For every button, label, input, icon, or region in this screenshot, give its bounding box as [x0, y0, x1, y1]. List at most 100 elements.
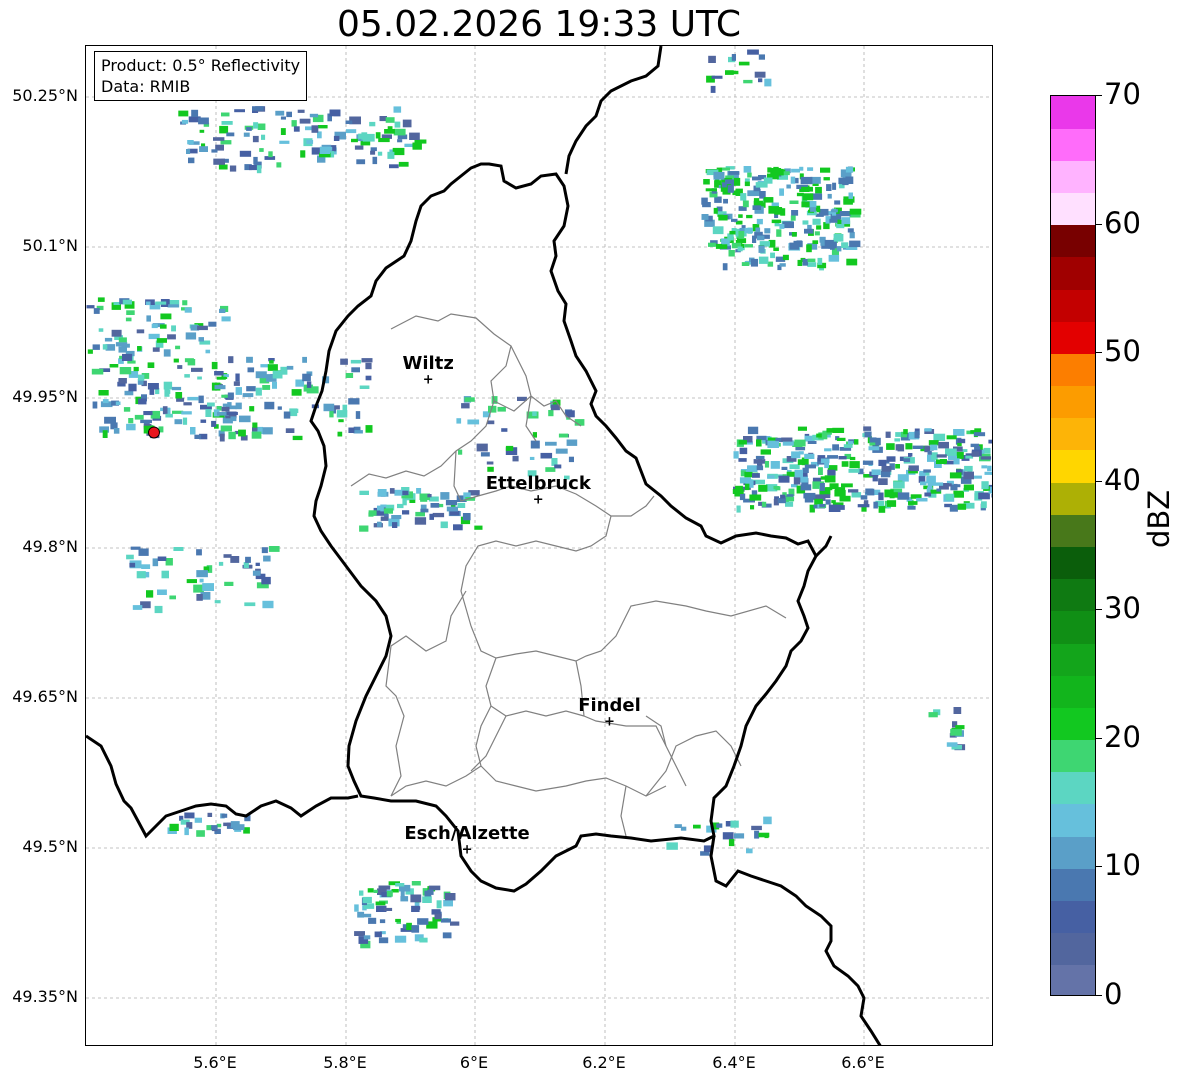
echo-pixel — [196, 830, 205, 837]
echo-pixel — [807, 262, 817, 267]
echo-pixel — [235, 373, 240, 382]
colorbar-segment — [1051, 224, 1095, 258]
echo-pixel — [848, 441, 854, 445]
echo-pixel — [897, 474, 909, 482]
colorbar-segment — [1051, 449, 1095, 483]
echo-pixel — [306, 140, 314, 144]
echo-pixel — [443, 899, 453, 907]
echo-pixel — [228, 431, 236, 440]
echo-pixel — [816, 225, 822, 230]
echo-pixel — [789, 200, 799, 204]
echo-pixel — [812, 240, 819, 244]
echo-pixel — [834, 200, 841, 205]
echo-pixel — [936, 488, 941, 492]
echo-pixel — [758, 484, 768, 492]
echo-pixel — [136, 571, 146, 579]
echo-pixel — [950, 728, 962, 736]
echo-pixel — [981, 481, 989, 490]
echo-pixel — [880, 471, 891, 478]
echo-pixel — [397, 503, 404, 509]
echo-pixel — [722, 832, 734, 840]
echo-pixel — [693, 824, 701, 829]
echo-pixel — [806, 244, 812, 253]
echo-pixel — [791, 232, 797, 237]
echo-pixel — [987, 465, 992, 472]
colorbar-segment — [1051, 160, 1095, 194]
echo-pixel — [228, 356, 234, 364]
colorbar-tick-label: 0 — [1104, 977, 1123, 1011]
echo-pixel — [450, 921, 460, 926]
echo-pixel — [109, 364, 119, 368]
echo-pixel — [756, 218, 763, 225]
echo-pixel — [200, 419, 207, 423]
echo-pixel — [737, 238, 747, 244]
echo-pixel — [367, 888, 374, 893]
echo-pixel — [291, 389, 302, 396]
echo-pixel — [410, 894, 422, 903]
echo-pixel — [292, 435, 303, 441]
echo-pixel — [924, 492, 932, 497]
echo-pixel — [725, 70, 734, 75]
city-label: Wiltz — [402, 353, 454, 375]
echo-pixel — [175, 392, 183, 399]
echo-pixel — [793, 476, 801, 485]
echo-pixel — [540, 452, 553, 459]
colorbar-tick-mark — [1096, 609, 1102, 611]
echo-pixel — [770, 461, 780, 469]
city-label: Findel — [578, 694, 641, 716]
echo-pixel — [285, 428, 295, 433]
echo-pixel — [126, 310, 135, 315]
colorbar-tick-label: 20 — [1104, 719, 1141, 754]
radar-site-marker[interactable] — [147, 426, 160, 439]
echo-pixel — [800, 484, 812, 491]
echo-pixel — [764, 228, 771, 234]
echo-pixel — [848, 489, 859, 493]
echo-pixel — [843, 444, 853, 448]
echo-pixel — [242, 393, 254, 398]
echo-pixel — [279, 140, 290, 144]
echo-pixel — [744, 227, 753, 234]
echo-pixel — [777, 497, 786, 504]
echo-pixel — [487, 466, 494, 472]
echo-pixel — [411, 925, 420, 933]
echo-pixel — [184, 827, 189, 836]
echo-pixel — [136, 329, 145, 334]
echo-pixel — [945, 493, 954, 501]
echo-pixel — [440, 521, 448, 529]
colorbar-tick-mark — [1096, 737, 1102, 739]
echo-pixel — [221, 406, 230, 412]
echo-pixel — [259, 148, 264, 152]
echo-pixel — [545, 441, 557, 446]
echo-pixel — [434, 913, 442, 920]
echo-pixel — [345, 373, 354, 378]
echo-pixel — [715, 243, 728, 249]
echo-pixel — [456, 418, 462, 424]
echo-pixel — [389, 488, 395, 494]
echo-pixel — [161, 570, 169, 579]
echo-pixel — [126, 423, 136, 431]
echo-pixel — [252, 570, 261, 576]
echo-pixel — [955, 725, 965, 730]
echo-pixel — [156, 338, 167, 343]
echo-pixel — [946, 435, 957, 440]
echo-pixel — [147, 362, 155, 368]
echo-pixel — [264, 401, 275, 410]
radar-map[interactable] — [85, 45, 993, 1046]
echo-pixel — [849, 461, 860, 469]
echo-pixel — [198, 395, 204, 404]
echo-pixel — [817, 257, 823, 265]
echo-pixel — [208, 321, 217, 327]
echo-pixel — [834, 489, 846, 497]
echo-pixel — [317, 125, 328, 129]
echo-pixel — [833, 234, 844, 242]
echo-pixel — [802, 258, 808, 266]
lat-tick: 50.25°N — [12, 86, 78, 105]
echo-pixel — [886, 456, 896, 462]
echo-pixel — [828, 504, 841, 512]
echo-pixel — [931, 482, 944, 486]
echo-pixel — [555, 448, 568, 454]
echo-pixel — [351, 367, 360, 373]
echo-pixel — [302, 356, 307, 363]
echo-pixel — [277, 406, 282, 410]
echo-pixel — [329, 411, 334, 418]
